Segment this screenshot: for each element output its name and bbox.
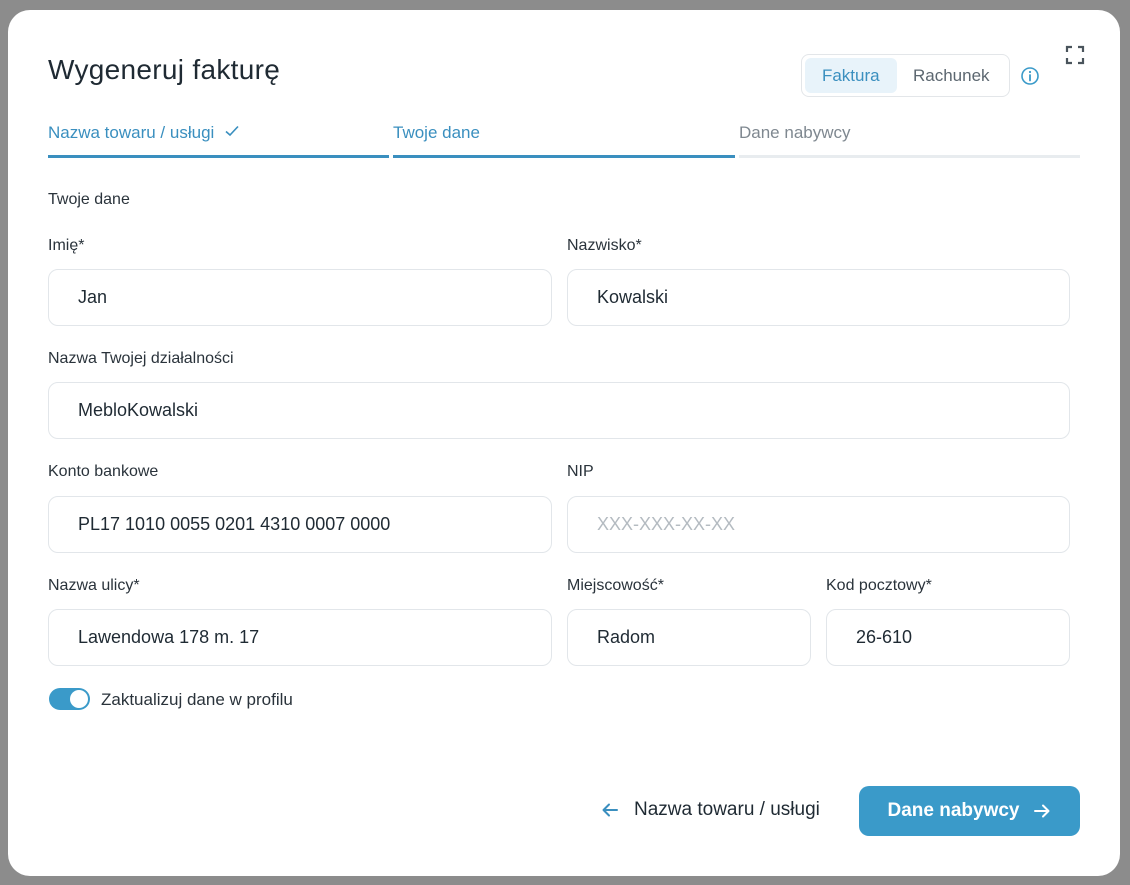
- nip-field[interactable]: XXX-XXX-XX-XX: [567, 496, 1070, 553]
- first-name-label: Imię*: [48, 237, 85, 254]
- postal-code-field[interactable]: 26-610: [826, 609, 1070, 666]
- update-profile-label: Zaktualizuj dane w profilu: [101, 690, 293, 709]
- street-field[interactable]: Lawendowa 178 m. 17: [48, 609, 552, 666]
- bank-account-field[interactable]: PL17 1010 0055 0201 4310 0007 0000: [48, 496, 552, 553]
- step-progress-bar: [393, 155, 735, 158]
- document-type-toggle: Faktura Rachunek: [801, 54, 1010, 97]
- business-name-label: Nazwa Twojej działalności: [48, 350, 234, 367]
- step-progress-bar: [48, 155, 389, 158]
- postal-code-label: Kod pocztowy*: [826, 577, 932, 594]
- street-label: Nazwa ulicy*: [48, 577, 140, 594]
- toggle-knob: [70, 690, 88, 708]
- expand-icon[interactable]: [1064, 44, 1086, 66]
- bank-account-label: Konto bankowe: [48, 463, 159, 480]
- section-title: Twoje dane: [48, 191, 130, 208]
- doc-type-faktura[interactable]: Faktura: [805, 58, 897, 93]
- step-progress-bar: [739, 155, 1080, 158]
- step-label: Twoje dane: [393, 123, 480, 142]
- step-label: Nazwa towaru / usługi: [48, 123, 215, 142]
- first-name-field[interactable]: Jan: [48, 269, 552, 326]
- info-icon[interactable]: [1020, 66, 1040, 86]
- next-button-label: Dane nabywcy: [887, 800, 1020, 821]
- stepper: Nazwa towaru / usługi Twoje dane Dane na…: [48, 120, 1080, 160]
- modal-title: Wygeneruj fakturę: [48, 54, 281, 85]
- update-profile-toggle[interactable]: [49, 688, 90, 710]
- step-label: Dane nabywcy: [739, 123, 851, 142]
- arrow-right-icon: [1033, 804, 1049, 818]
- check-icon: [225, 125, 239, 137]
- last-name-label: Nazwisko*: [567, 237, 642, 254]
- business-name-field[interactable]: MebloKowalski: [48, 382, 1070, 439]
- arrow-left-icon: [602, 803, 618, 817]
- step-buyer-data[interactable]: Dane nabywcy: [739, 120, 1080, 158]
- doc-type-rachunek[interactable]: Rachunek: [897, 58, 1006, 93]
- city-field[interactable]: Radom: [567, 609, 811, 666]
- next-button[interactable]: Dane nabywcy: [859, 786, 1080, 836]
- nip-label: NIP: [567, 463, 594, 480]
- back-button-label: Nazwa towaru / usługi: [634, 799, 820, 820]
- step-product[interactable]: Nazwa towaru / usługi: [48, 120, 389, 158]
- generate-invoice-modal: Wygeneruj fakturę Faktura Rachunek Nazwa…: [8, 10, 1120, 876]
- back-button[interactable]: Nazwa towaru / usługi: [600, 790, 820, 830]
- city-label: Miejscowość*: [567, 577, 664, 594]
- last-name-field[interactable]: Kowalski: [567, 269, 1070, 326]
- step-your-data[interactable]: Twoje dane: [393, 120, 735, 158]
